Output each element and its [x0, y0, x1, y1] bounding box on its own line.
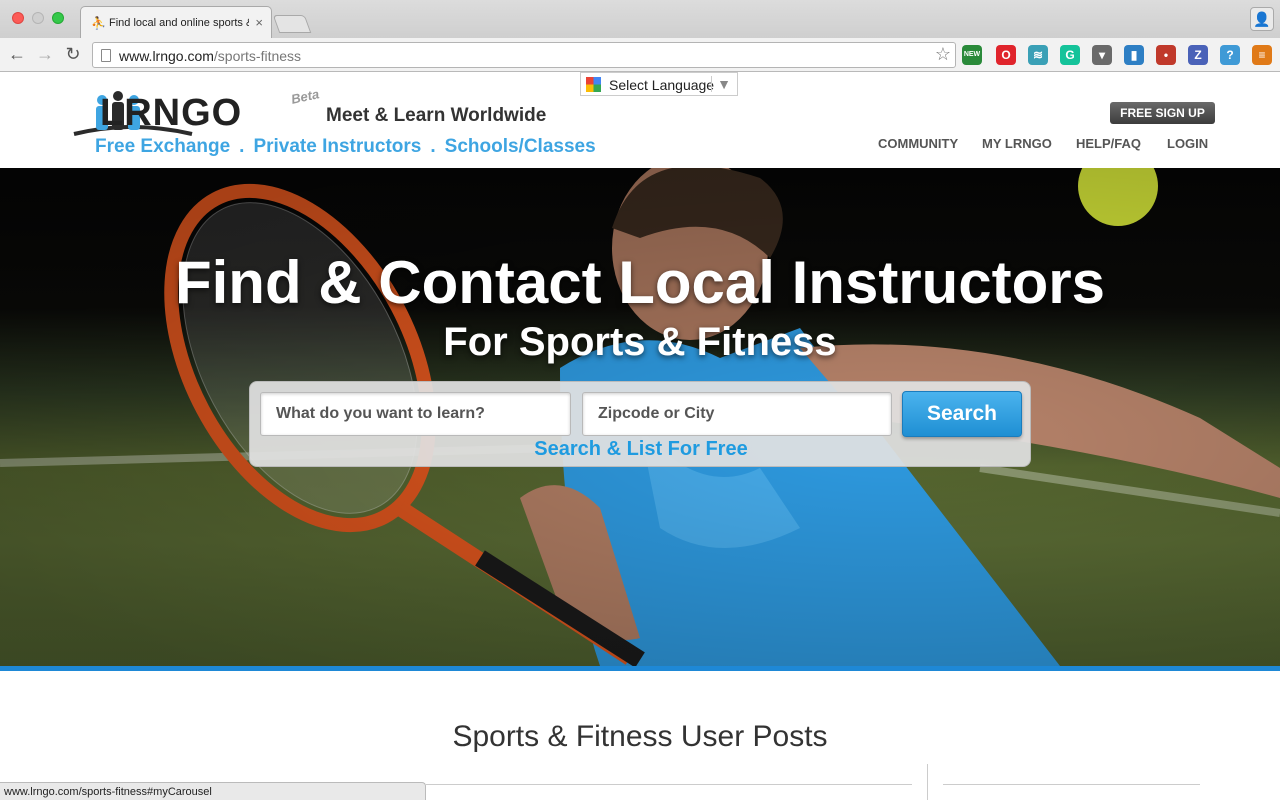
- search-what-input[interactable]: [260, 392, 571, 436]
- hero-title: Find & Contact Local Instructors: [174, 249, 1106, 316]
- nav-help-faq[interactable]: HELP/FAQ: [1076, 136, 1141, 151]
- back-arrow-icon[interactable]: ←: [6, 43, 28, 65]
- window-maximize-button[interactable]: [52, 12, 64, 24]
- wave-extension-icon[interactable]: ≋: [1028, 45, 1048, 65]
- private-instructors-link[interactable]: Private Instructors: [253, 136, 421, 157]
- nav-community[interactable]: COMMUNITY: [878, 136, 958, 151]
- link-separator: .: [239, 136, 245, 157]
- divider: [927, 764, 928, 800]
- language-select-label: Select Language: [609, 77, 715, 93]
- free-signup-button[interactable]: FREE SIGN UP: [1110, 102, 1215, 124]
- window-minimize-button[interactable]: [32, 12, 44, 24]
- tab-close-icon[interactable]: ×: [255, 15, 263, 30]
- profile-icon[interactable]: 👤: [1250, 7, 1274, 31]
- address-bar[interactable]: www.lrngo.com/sports-fitness ☆: [92, 42, 956, 68]
- wifi-extension-icon[interactable]: •: [1156, 45, 1176, 65]
- shirt-extension-icon[interactable]: ▮: [1124, 45, 1144, 65]
- reload-icon[interactable]: ↻: [62, 43, 84, 65]
- browser-titlebar: ⛹ Find local and online sports & fitness…: [0, 0, 1280, 38]
- window-close-button[interactable]: [12, 12, 24, 24]
- tab-title: Find local and online sports & fitness: [109, 17, 249, 29]
- section-title: Sports & Fitness User Posts: [452, 720, 828, 753]
- dropdown-arrow-icon: ▼: [711, 76, 731, 92]
- category-links: Free Exchange. Private Instructors. School…: [95, 136, 596, 158]
- url-host: www.lrngo.com: [119, 48, 214, 64]
- logo-wordmark[interactable]: LRNGO: [100, 92, 242, 135]
- hero-subtitle: For Sports & Fitness: [443, 320, 837, 364]
- bookmark-star-icon[interactable]: ☆: [935, 44, 951, 65]
- menu-extension-icon[interactable]: ≡: [1252, 45, 1272, 65]
- tagline: Meet & Learn Worldwide: [326, 105, 547, 126]
- browser-toolbar: ← → ↻ www.lrngo.com/sports-fitness ☆ NEW…: [0, 38, 1280, 72]
- z-extension-icon[interactable]: Z: [1188, 45, 1208, 65]
- lrngo-favicon-icon: ⛹: [91, 16, 106, 30]
- browser-tab[interactable]: ⛹ Find local and online sports & fitness…: [80, 6, 272, 38]
- search-button[interactable]: Search: [902, 391, 1022, 437]
- address-url[interactable]: www.lrngo.com/sports-fitness: [119, 48, 301, 64]
- nav-login[interactable]: LOGIN: [1167, 136, 1208, 151]
- search-where-input[interactable]: [582, 392, 892, 436]
- free-exchange-link[interactable]: Free Exchange: [95, 136, 230, 157]
- help-extension-icon[interactable]: ?: [1220, 45, 1240, 65]
- google-icon: [586, 77, 601, 92]
- search-list-link[interactable]: Search & List For Free: [250, 438, 1032, 461]
- page-icon: [101, 49, 111, 62]
- new-tab-button[interactable]: [272, 15, 312, 33]
- new-extension-icon[interactable]: NEW: [962, 45, 982, 65]
- status-bar: www.lrngo.com/sports-fitness#myCarousel: [0, 782, 426, 800]
- pocket-extension-icon[interactable]: ▾: [1092, 45, 1112, 65]
- schools-classes-link[interactable]: Schools/Classes: [445, 136, 596, 157]
- url-path: /sports-fitness: [213, 48, 302, 64]
- nav-my-lrngo[interactable]: MY LRNGO: [982, 136, 1052, 151]
- divider: [943, 784, 1200, 785]
- language-select[interactable]: Select Language ▼: [580, 72, 738, 96]
- grammarly-extension-icon[interactable]: G: [1060, 45, 1080, 65]
- hero-accent-bar: [0, 666, 1280, 671]
- search-panel: Search Search & List For Free: [249, 381, 1031, 467]
- divider: [426, 784, 912, 785]
- link-separator: .: [430, 136, 436, 157]
- opera-extension-icon[interactable]: O: [996, 45, 1016, 65]
- forward-arrow-icon[interactable]: →: [34, 43, 56, 65]
